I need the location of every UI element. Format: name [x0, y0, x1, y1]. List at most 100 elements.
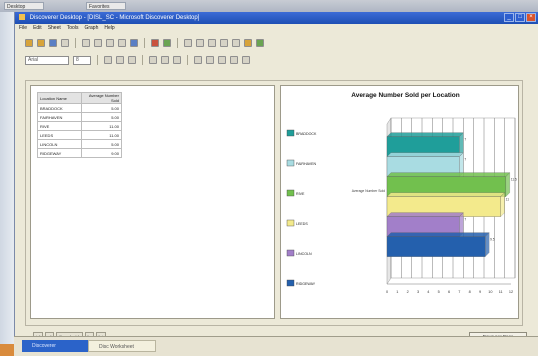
graph-icon[interactable] — [163, 39, 171, 47]
table-cell: RIDGEWAY — [37, 148, 82, 158]
legend-swatch — [286, 189, 295, 197]
legend-swatch — [286, 129, 295, 137]
bar-chart: Average Number Sold per Location0 1 2 3 4 5 6 7… — [286, 92, 517, 294]
bar-end — [505, 172, 510, 197]
table-icon[interactable] — [82, 39, 90, 47]
open-icon[interactable] — [37, 39, 45, 47]
x-tick-label: 0 — [386, 290, 388, 294]
sort-icon[interactable] — [184, 39, 192, 47]
font-size-field[interactable]: 8 — [73, 55, 91, 65]
desktop-tab[interactable]: Desktop — [4, 2, 44, 10]
toolbar-separator — [187, 55, 188, 65]
percent-icon[interactable] — [208, 39, 216, 47]
chart-title: Average Number Sold per Location — [351, 92, 460, 99]
legend-label: FAIRHAVEN — [296, 162, 317, 166]
standard-toolbar — [15, 37, 538, 49]
fill-color-icon[interactable] — [218, 56, 226, 64]
bar-value-label: 11.5 — [511, 178, 517, 182]
print-icon[interactable] — [61, 39, 69, 47]
x-tick-label: 2 — [407, 290, 409, 294]
format-icon[interactable] — [230, 56, 238, 64]
menu-tools[interactable]: Tools — [67, 24, 79, 33]
align-left-icon[interactable] — [149, 56, 157, 64]
format-toolbar: Arial 8 — [15, 54, 538, 66]
taskbar-item-discoverer[interactable]: Discoverer — [22, 340, 88, 352]
app-icon — [19, 14, 25, 21]
bar-value-label: 7 — [464, 218, 466, 222]
maximize-button[interactable]: □ — [515, 13, 525, 22]
x-tick-label: 10 — [488, 290, 492, 294]
legend-swatch — [286, 159, 295, 167]
toolbar-separator — [142, 55, 143, 65]
layout-icon[interactable] — [118, 39, 126, 47]
bar-top — [386, 152, 464, 157]
close-button[interactable]: × — [526, 13, 536, 22]
menu-edit[interactable]: Edit — [33, 24, 42, 33]
column-header[interactable]: Location Name — [37, 92, 82, 104]
x-tick-label: 5 — [438, 290, 440, 294]
x-tick-label: 9 — [479, 290, 481, 294]
column-header[interactable]: Average Number Sold — [81, 92, 122, 104]
taskbar-item-worksheet[interactable]: Disc Worksheet — [88, 340, 156, 352]
legend-label: LEEDS — [296, 222, 308, 226]
bar-value-label: 7 — [464, 138, 466, 142]
filter-icon[interactable] — [232, 39, 240, 47]
bar — [386, 236, 486, 257]
table-cell: 5.00 — [81, 103, 122, 113]
legend-label: LINCOLN — [296, 252, 312, 256]
help-icon[interactable] — [244, 39, 252, 47]
table-row[interactable]: RIVE 11.00 — [37, 121, 122, 131]
menu-help[interactable]: Help — [104, 24, 114, 33]
minimize-button[interactable]: _ — [504, 13, 514, 22]
new-icon[interactable] — [25, 39, 33, 47]
table-cell: RIVE — [37, 121, 82, 131]
sum-icon[interactable] — [196, 39, 204, 47]
menu-sheet[interactable]: Sheet — [48, 24, 61, 33]
table-row[interactable]: FAIRHAVEN 5.00 — [37, 112, 122, 122]
page-items-icon[interactable] — [106, 39, 114, 47]
bar-top — [386, 172, 511, 177]
font-name-field[interactable]: Arial — [25, 55, 69, 65]
legend-swatch — [286, 249, 295, 257]
save-icon[interactable] — [49, 39, 57, 47]
text-color-icon[interactable] — [206, 56, 214, 64]
table-row[interactable]: LINCOLN 5.00 — [37, 139, 122, 149]
bar-end — [485, 232, 490, 257]
desktop-side-panel — [0, 12, 14, 344]
desktop-tab[interactable]: Favorites — [86, 2, 126, 10]
bar-value-label: 11 — [506, 198, 510, 202]
desktop-top-bar: Desktop Favorites — [0, 0, 538, 12]
table-row[interactable]: BRADDOCK 5.00 — [37, 103, 122, 113]
borders-icon[interactable] — [242, 56, 250, 64]
stop-icon[interactable] — [151, 39, 159, 47]
underline-icon[interactable] — [128, 56, 136, 64]
bar-top — [386, 132, 464, 137]
crosstab-icon[interactable] — [94, 39, 102, 47]
menu-file[interactable]: File — [19, 24, 27, 33]
legend-label: BRADDOCK — [296, 132, 317, 136]
align-center-icon[interactable] — [161, 56, 169, 64]
x-tick-label: 4 — [427, 290, 429, 294]
bar-top — [386, 232, 490, 237]
italic-icon[interactable] — [116, 56, 124, 64]
align-right-icon[interactable] — [173, 56, 181, 64]
toolbar-separator — [144, 38, 145, 48]
bold-icon[interactable] — [104, 56, 112, 64]
x-tick-label: 6 — [448, 290, 450, 294]
graph-pane[interactable]: Average Number Sold per Location 0 1 2 3 4 5 6 7… — [280, 85, 519, 319]
table-cell: 11.00 — [81, 130, 122, 140]
menu-graph[interactable]: Graph — [84, 24, 98, 33]
calculation-icon[interactable] — [220, 39, 228, 47]
legend-swatch — [286, 219, 295, 227]
toolbar-separator — [177, 38, 178, 48]
edit-sheet-icon[interactable] — [130, 39, 138, 47]
table-cell: LEEDS — [37, 130, 82, 140]
wrap-text-icon[interactable] — [194, 56, 202, 64]
table-header-row: Location Name Average Number Sold — [37, 92, 122, 104]
drill-icon[interactable] — [256, 39, 264, 47]
bar-end — [500, 192, 505, 217]
title-bar: Discoverer Desktop - [DISL_SC - Microsof… — [15, 12, 538, 24]
table-row[interactable]: RIDGEWAY 9.00 — [37, 148, 122, 158]
table-row[interactable]: LEEDS 11.00 — [37, 130, 122, 140]
category-label: Average Number Sold — [352, 189, 385, 193]
